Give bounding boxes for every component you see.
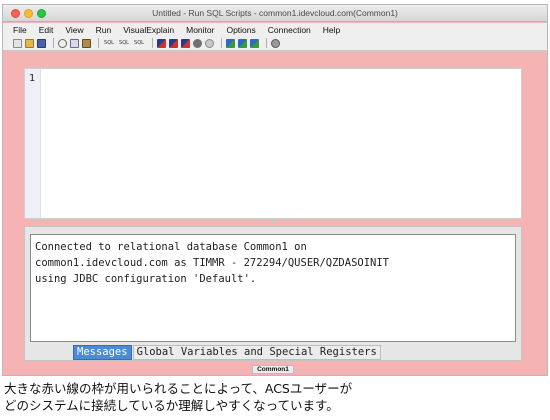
output-tabs: Messages Global Variables and Special Re… [73, 345, 382, 360]
menu-bar: File Edit View Run VisualExplain Monitor… [3, 23, 547, 36]
toolbar-separator [152, 38, 153, 48]
menu-options[interactable]: Options [226, 25, 255, 35]
save-icon[interactable] [37, 38, 46, 48]
run-all-icon[interactable] [157, 38, 166, 48]
run-selected-icon[interactable] [181, 38, 190, 48]
message-line: common1.idevcloud.com as TIMMR - 272294/… [35, 257, 390, 269]
visual-explain-icon[interactable] [250, 38, 259, 48]
new-file-icon[interactable] [13, 38, 22, 48]
run-dot-icon[interactable] [193, 38, 202, 48]
toolbar-separator [221, 38, 222, 48]
cut-icon[interactable] [58, 38, 67, 48]
caption-line-1: 大きな赤い線の枠が用いられることによって、ACSユーザーが [4, 381, 353, 396]
menu-monitor[interactable]: Monitor [186, 25, 214, 35]
menu-edit[interactable]: Edit [39, 25, 54, 35]
line-number-gutter: 1 [25, 69, 41, 218]
sql-syntax-icon[interactable]: SQL [118, 39, 130, 48]
menu-connection[interactable]: Connection [268, 25, 311, 35]
menu-run[interactable]: Run [96, 25, 112, 35]
explain-icon[interactable] [226, 38, 235, 48]
menu-file[interactable]: File [13, 25, 27, 35]
menu-visualexplain[interactable]: VisualExplain [123, 25, 174, 35]
paste-icon[interactable] [82, 38, 91, 48]
caption: 大きな赤い線の枠が用いられることによって、ACSユーザーが どのシステムに接続し… [4, 380, 544, 414]
run-and-explain-icon[interactable] [238, 38, 247, 48]
open-folder-icon[interactable] [25, 38, 34, 48]
toolbar: SQL SQL SQL [3, 36, 547, 51]
caption-line-2: どのシステムに接続しているか理解しやすくなっています。 [4, 398, 339, 413]
tab-messages[interactable]: Messages [73, 345, 132, 360]
settings-gear-icon[interactable] [271, 38, 280, 48]
splitter-grip-icon[interactable] [271, 220, 275, 224]
status-bar: Common1 [2, 365, 548, 375]
stop-icon[interactable] [205, 38, 214, 48]
sql-check-icon[interactable]: SQL [133, 39, 145, 48]
connection-status-label: Common1 [252, 365, 294, 374]
pane-splitter[interactable] [24, 219, 522, 225]
window-title: Untitled - Run SQL Scripts - common1.ide… [152, 8, 398, 18]
message-line: using JDBC configuration 'Default'. [35, 273, 257, 285]
tab-global-variables[interactable]: Global Variables and Special Registers [132, 345, 381, 360]
title-bar[interactable]: Untitled - Run SQL Scripts - common1.ide… [3, 5, 547, 22]
toolbar-separator [53, 38, 54, 48]
menu-view[interactable]: View [65, 25, 83, 35]
copy-icon[interactable] [70, 38, 79, 48]
menu-help[interactable]: Help [323, 25, 340, 35]
messages-pane: Connected to relational database Common1… [24, 226, 522, 361]
message-line: Connected to relational database Common1… [35, 241, 307, 253]
run-from-selected-icon[interactable] [169, 38, 178, 48]
sql-format-icon[interactable]: SQL [103, 39, 115, 48]
toolbar-separator [266, 38, 267, 48]
toolbar-separator [98, 38, 99, 48]
line-number: 1 [29, 73, 36, 84]
sql-editor[interactable]: 1 [24, 68, 522, 219]
messages-output[interactable]: Connected to relational database Common1… [30, 234, 516, 342]
